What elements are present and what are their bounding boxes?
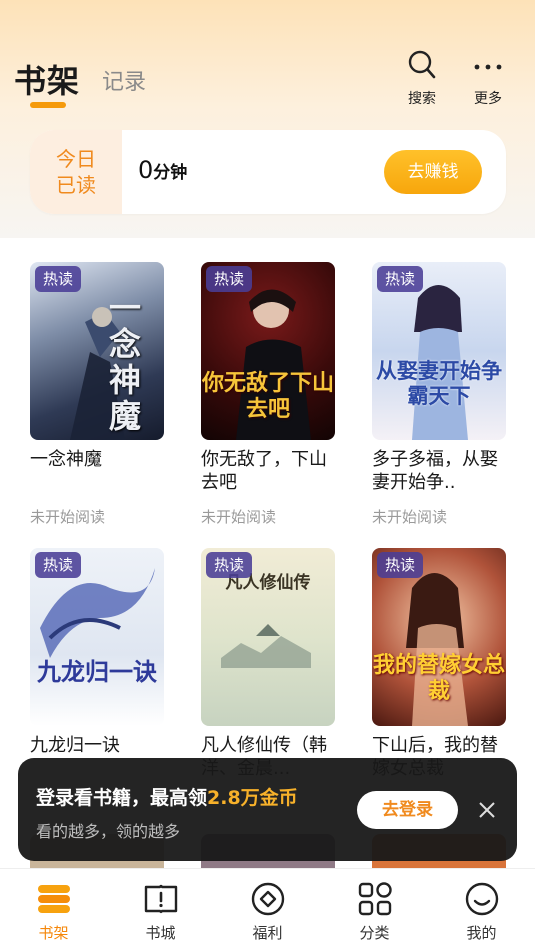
- header: 书架 记录 搜索 更多: [0, 0, 535, 120]
- cover-title: 我的替嫁女总裁: [372, 652, 505, 704]
- earn-money-button[interactable]: 去赚钱: [384, 150, 482, 194]
- book-cover[interactable]: 一念神魔 热读: [30, 262, 164, 440]
- read-status: 未开始阅读: [372, 508, 448, 526]
- category-icon: [358, 882, 392, 916]
- tab-record[interactable]: 记录: [102, 64, 146, 96]
- nav-label: 书架: [38, 924, 69, 942]
- login-toast-subtitle: 看的越多，领的越多: [36, 822, 181, 841]
- book-title: 你无敌了，下山去吧: [201, 449, 327, 493]
- cover-title: 你无敌了下山去吧: [201, 370, 334, 422]
- close-icon[interactable]: [475, 798, 499, 822]
- nav-item-profile[interactable]: 我的: [428, 869, 535, 951]
- bookshelf-icon: [38, 885, 70, 913]
- today-read-card: 今日 已读 0分钟 去赚钱: [30, 130, 506, 214]
- book-title: 多子多福，从娶妻开始争..: [372, 449, 498, 493]
- today-read-label: 今日 已读: [30, 130, 124, 214]
- login-button[interactable]: 去登录: [357, 791, 458, 829]
- read-status: 未开始阅读: [201, 508, 277, 526]
- nav-label: 福利: [252, 924, 283, 942]
- hot-read-badge: 热读: [206, 552, 252, 578]
- more-label: 更多: [474, 91, 502, 107]
- book-cover[interactable]: 我的替嫁女总裁 热读: [372, 548, 506, 726]
- nav-label: 我的: [466, 924, 497, 942]
- book-city-icon: [144, 884, 178, 914]
- more-button[interactable]: 更多: [458, 48, 518, 108]
- cover-title: 从娶妻开始争霸天下: [376, 358, 502, 408]
- hot-read-badge: 热读: [35, 552, 81, 578]
- profile-icon: [465, 882, 499, 916]
- read-status: 未开始阅读: [30, 508, 106, 526]
- more-dots-icon: [474, 64, 502, 70]
- nav-item-book-city[interactable]: 书城: [107, 869, 214, 951]
- tab-bookshelf[interactable]: 书架: [14, 56, 80, 102]
- book-cover[interactable]: 凡人修仙传 热读: [201, 548, 335, 726]
- bottom-nav: 书架 书城 福利 分类 我的: [0, 868, 535, 951]
- book-cover[interactable]: 从娶妻开始争霸天下 热读: [372, 262, 506, 440]
- nav-item-category[interactable]: 分类: [321, 869, 428, 951]
- today-read-value: 0分钟: [138, 156, 188, 184]
- cover-title: 一念神魔: [108, 289, 141, 435]
- hot-read-badge: 热读: [377, 552, 423, 578]
- cover-title: 九龙归一诀: [37, 657, 157, 686]
- welfare-icon: [251, 882, 285, 916]
- book-title: 九龙归一诀: [30, 735, 120, 756]
- book-title: 一念神魔: [30, 449, 102, 470]
- hot-read-badge: 热读: [206, 266, 252, 292]
- book-cover[interactable]: 你无敌了下山去吧 热读: [201, 262, 335, 440]
- hot-read-badge: 热读: [35, 266, 81, 292]
- nav-item-bookshelf[interactable]: 书架: [0, 869, 107, 951]
- active-tab-indicator: [30, 102, 66, 108]
- book-cover[interactable]: 九龙归一诀 热读: [30, 548, 164, 726]
- nav-item-welfare[interactable]: 福利: [214, 869, 321, 951]
- login-toast: 登录看书籍，最高领2.8万金币 看的越多，领的越多 去登录: [18, 758, 517, 861]
- search-icon: [408, 50, 436, 79]
- nav-label: 分类: [359, 924, 390, 942]
- nav-label: 书城: [145, 924, 176, 942]
- search-button[interactable]: 搜索: [392, 48, 452, 108]
- hot-read-badge: 热读: [377, 266, 423, 292]
- login-toast-title: 登录看书籍，最高领2.8万金币: [36, 787, 298, 809]
- search-label: 搜索: [408, 91, 436, 107]
